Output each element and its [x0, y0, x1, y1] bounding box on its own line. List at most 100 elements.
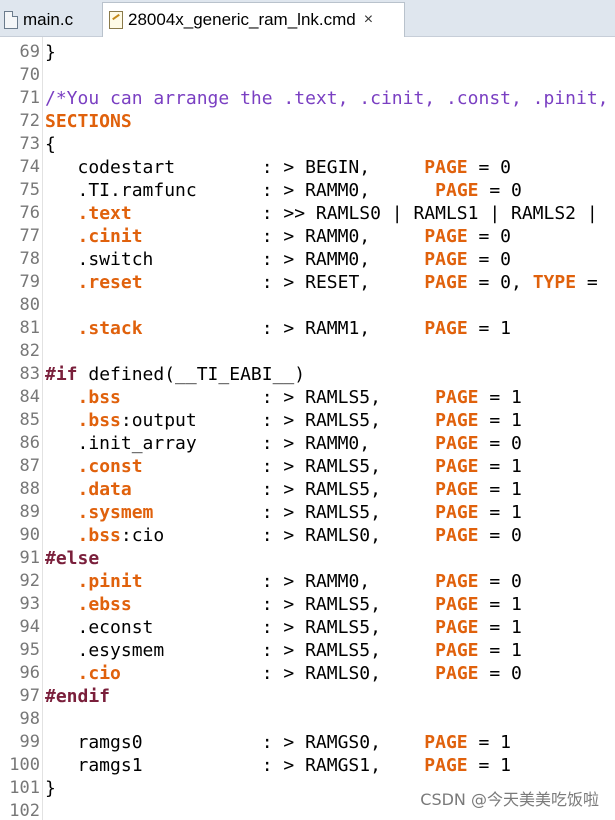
- code-line[interactable]: 96 .cio : > RAMLS0, PAGE = 0: [0, 662, 615, 685]
- keyword-token: .sysmem: [77, 502, 154, 523]
- keyword-token: PAGE: [435, 525, 479, 546]
- code-token: = 1: [478, 410, 522, 431]
- code-token: = 1: [467, 755, 512, 776]
- code-text: }: [45, 777, 56, 800]
- code-text: .TI.ramfunc : > RAMM0, PAGE = 0: [45, 179, 522, 202]
- c-file-icon: [4, 10, 18, 29]
- keyword-token: .cio: [77, 663, 121, 684]
- cmd-file-icon: [109, 11, 123, 29]
- code-line[interactable]: 70: [0, 64, 615, 87]
- code-line[interactable]: 98: [0, 708, 615, 731]
- code-line[interactable]: 71/*You can arrange the .text, .cinit, .…: [0, 87, 615, 110]
- code-text: .bss : > RAMLS5, PAGE = 1: [45, 386, 522, 409]
- code-token: .init_array : > RAMM0,: [45, 433, 436, 454]
- code-line[interactable]: 77 .cinit : > RAMM0, PAGE = 0: [0, 225, 615, 248]
- code-token: : >> RAMLS0 | RAMLS1 | RAMLS2 |: [131, 203, 598, 224]
- code-line[interactable]: 78 .switch : > RAMM0, PAGE = 0: [0, 248, 615, 271]
- code-text: .esysmem : > RAMLS5, PAGE = 1: [45, 639, 522, 662]
- line-number: 91: [19, 548, 40, 568]
- code-line[interactable]: 69}: [0, 41, 615, 64]
- keyword-token: PAGE: [435, 410, 479, 431]
- line-number: 77: [19, 226, 40, 246]
- code-token: :output : > RAMLS5,: [120, 410, 436, 431]
- code-line[interactable]: 88 .data : > RAMLS5, PAGE = 1: [0, 478, 615, 501]
- code-token: ramgs0 : > RAMGS0,: [45, 732, 425, 753]
- line-number: 87: [19, 456, 40, 476]
- code-token: = 1: [478, 502, 522, 523]
- code-token: : > RAMLS5,: [131, 479, 436, 500]
- line-number: 82: [19, 341, 40, 361]
- keyword-token: .bss: [77, 525, 121, 546]
- line-number: 93: [19, 594, 40, 614]
- keyword-token: PAGE: [435, 180, 479, 201]
- code-line[interactable]: 90 .bss:cio : > RAMLS0, PAGE = 0: [0, 524, 615, 547]
- comment-token: /*You can arrange the .text, .cinit, .co…: [45, 88, 609, 109]
- keyword-token: PAGE: [424, 249, 468, 270]
- code-line[interactable]: 87 .const : > RAMLS5, PAGE = 1: [0, 455, 615, 478]
- line-number: 97: [19, 686, 40, 706]
- code-line[interactable]: 82: [0, 340, 615, 363]
- keyword-token: .stack: [77, 318, 143, 339]
- code-line[interactable]: 83 #if defined(__TI_EABI__): [0, 363, 615, 386]
- code-line[interactable]: 74 codestart : > BEGIN, PAGE = 0: [0, 156, 615, 179]
- code-line[interactable]: 85 .bss:output : > RAMLS5, PAGE = 1: [0, 409, 615, 432]
- code-token: defined(__TI_EABI__): [77, 364, 306, 385]
- code-text: .cinit : > RAMM0, PAGE = 0: [45, 225, 512, 248]
- code-text: .reset : > RESET, PAGE = 0, TYPE =: [45, 271, 598, 294]
- directive-token: #if: [45, 364, 78, 385]
- code-token: = 0: [478, 663, 522, 684]
- line-number: 80: [19, 295, 40, 315]
- keyword-token: PAGE: [435, 594, 479, 615]
- code-text: ramgs0 : > RAMGS0, PAGE = 1: [45, 731, 512, 754]
- code-line[interactable]: 93 .ebss : > RAMLS5, PAGE = 1: [0, 593, 615, 616]
- code-text: #if defined(__TI_EABI__): [45, 363, 305, 386]
- code-line[interactable]: 76 .text : >> RAMLS0 | RAMLS1 | RAMLS2 |: [0, 202, 615, 225]
- line-number: 73: [19, 134, 40, 154]
- code-editor[interactable]: 69} 70 71/*You can arrange the .text, .cin…: [0, 37, 615, 820]
- tab-linker-cmd[interactable]: 28004x_generic_ram_lnk.cmd ×: [102, 2, 405, 37]
- keyword-token: PAGE: [435, 663, 479, 684]
- line-number: 101: [9, 778, 40, 798]
- code-text: .sysmem : > RAMLS5, PAGE = 1: [45, 501, 522, 524]
- tab-main-c[interactable]: main.c: [0, 2, 102, 37]
- code-line[interactable]: 100 ramgs1 : > RAMGS1, PAGE = 1: [0, 754, 615, 777]
- code-text: .const : > RAMLS5, PAGE = 1: [45, 455, 522, 478]
- keyword-token: .cinit: [77, 226, 143, 247]
- code-token: = 0: [478, 571, 522, 592]
- code-line[interactable]: 73{: [0, 133, 615, 156]
- code-line[interactable]: 95 .esysmem : > RAMLS5, PAGE = 1: [0, 639, 615, 662]
- code-line[interactable]: 91 #else: [0, 547, 615, 570]
- line-number: 72: [19, 111, 40, 131]
- code-token: }: [45, 778, 56, 799]
- code-line[interactable]: 75 .TI.ramfunc : > RAMM0, PAGE = 0: [0, 179, 615, 202]
- code-line[interactable]: 72 SECTIONS: [0, 110, 615, 133]
- code-line[interactable]: 92 .pinit : > RAMM0, PAGE = 0: [0, 570, 615, 593]
- line-number: 81: [19, 318, 40, 338]
- code-token: }: [45, 42, 56, 63]
- code-token: .switch : > RAMM0,: [45, 249, 425, 270]
- code-line[interactable]: 97 #endif: [0, 685, 615, 708]
- close-icon[interactable]: ×: [364, 11, 373, 29]
- editor-tab-bar: main.c 28004x_generic_ram_lnk.cmd ×: [0, 0, 615, 37]
- code-line[interactable]: 86 .init_array : > RAMM0, PAGE = 0: [0, 432, 615, 455]
- keyword-token: .pinit: [77, 571, 143, 592]
- line-number: 102: [9, 801, 40, 820]
- line-number: 96: [19, 663, 40, 683]
- code-line[interactable]: 99 ramgs0 : > RAMGS0, PAGE = 1: [0, 731, 615, 754]
- code-line[interactable]: 80: [0, 294, 615, 317]
- code-line[interactable]: 84 .bss : > RAMLS5, PAGE = 1: [0, 386, 615, 409]
- code-line[interactable]: 89 .sysmem : > RAMLS5, PAGE = 1: [0, 501, 615, 524]
- code-line[interactable]: 94 .econst : > RAMLS5, PAGE = 1: [0, 616, 615, 639]
- code-line[interactable]: 79 .reset : > RESET, PAGE = 0, TYPE =: [0, 271, 615, 294]
- code-line[interactable]: 81 .stack : > RAMM1, PAGE = 1: [0, 317, 615, 340]
- line-number: 69: [19, 42, 40, 62]
- code-token: : > RESET,: [142, 272, 425, 293]
- code-token: =: [576, 272, 598, 293]
- line-number: 94: [19, 617, 40, 637]
- code-token: = 1: [478, 617, 522, 638]
